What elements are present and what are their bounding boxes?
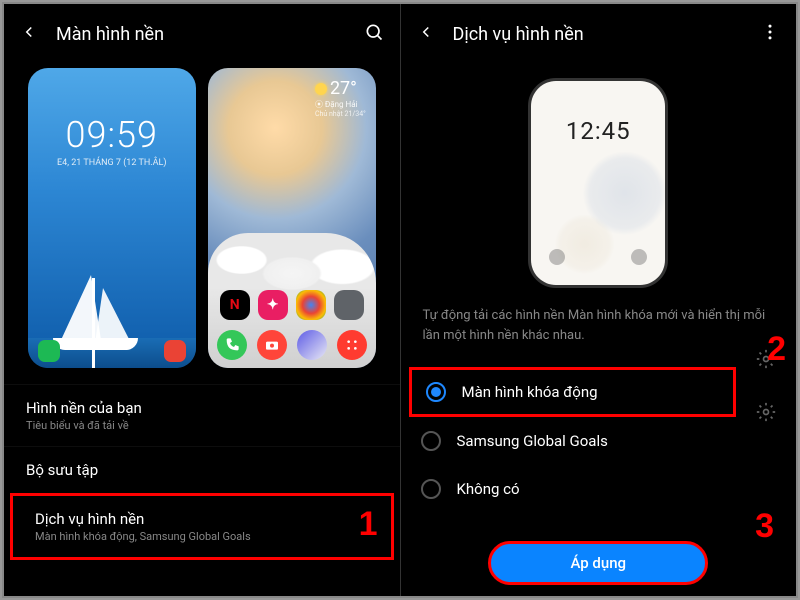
phone-icon [217, 330, 247, 360]
wallpaper-settings-screen: Màn hình nền 09:59 E4, 21 THÁNG 7 (12 TH… [4, 4, 401, 596]
gear-icon[interactable] [756, 402, 776, 422]
sun-icon [315, 83, 327, 95]
header: Dịch vụ hình nền [401, 4, 797, 58]
page-title: Dịch vụ hình nền [453, 24, 743, 45]
home-screen-preview[interactable]: 27° ⦿ Đặng Hải Chủ nhật 21/34° N ✦ [208, 68, 376, 368]
radio-icon[interactable] [426, 382, 446, 402]
browser-icon [297, 330, 327, 360]
wallpaper-service-screen: Dịch vụ hình nền 12:45 Tự động tải các h… [401, 4, 797, 596]
page-title: Màn hình nền [56, 24, 346, 45]
app-folder-icon [334, 290, 364, 320]
radio-icon[interactable] [421, 479, 441, 499]
list-item-collection[interactable]: Bộ sưu tập [4, 446, 400, 493]
option-dynamic-lock[interactable]: Màn hình khóa động [409, 367, 737, 417]
app-colorwheel-icon [296, 290, 326, 320]
lock-screen-preview[interactable]: 09:59 E4, 21 THÁNG 7 (12 TH.ÂL) [28, 68, 196, 368]
netflix-icon: N [220, 290, 250, 320]
search-icon[interactable] [364, 22, 384, 46]
home-dock [208, 330, 376, 360]
apps-icon [337, 330, 367, 360]
radio-icon[interactable] [421, 431, 441, 451]
list-item-wallpaper-service[interactable]: Dịch vụ hình nền Màn hình khóa động, Sam… [10, 493, 394, 560]
callout-1: 1 [359, 505, 378, 544]
lock-date: E4, 21 THÁNG 7 (12 TH.ÂL) [57, 158, 166, 168]
phone-shortcut-icon [549, 249, 565, 265]
weather-widget: 27° ⦿ Đặng Hải Chủ nhật 21/34° [315, 78, 366, 118]
more-icon[interactable] [760, 22, 780, 46]
apply-button[interactable]: Áp dụng [488, 541, 708, 585]
home-apps-row: N ✦ [208, 290, 376, 320]
lock-time: 09:59 [66, 114, 158, 156]
option-global-goals[interactable]: Samsung Global Goals [401, 417, 797, 465]
callout-2: 2 [767, 330, 786, 369]
camera-shortcut-icon [631, 249, 647, 265]
app-pink-icon: ✦ [258, 290, 288, 320]
option-none[interactable]: Không có [401, 465, 797, 513]
back-icon[interactable] [417, 23, 435, 45]
camera-shortcut-icon [164, 340, 186, 362]
settings-list: Hình nền của bạn Tiêu biểu và đã tải về … [4, 384, 400, 560]
callout-3: 3 [755, 507, 774, 546]
back-icon[interactable] [20, 23, 38, 45]
header: Màn hình nền [4, 4, 400, 58]
lock-screen-mock: 12:45 [528, 78, 668, 288]
list-item-your-wallpaper[interactable]: Hình nền của bạn Tiêu biểu và đã tải về [4, 384, 400, 446]
description-text: Tự động tải các hình nền Màn hình khóa m… [401, 306, 797, 367]
wallpaper-previews: 09:59 E4, 21 THÁNG 7 (12 TH.ÂL) 27° [4, 58, 400, 384]
mock-time: 12:45 [566, 117, 631, 145]
phone-shortcut-icon [38, 340, 60, 362]
camera-icon [257, 330, 287, 360]
